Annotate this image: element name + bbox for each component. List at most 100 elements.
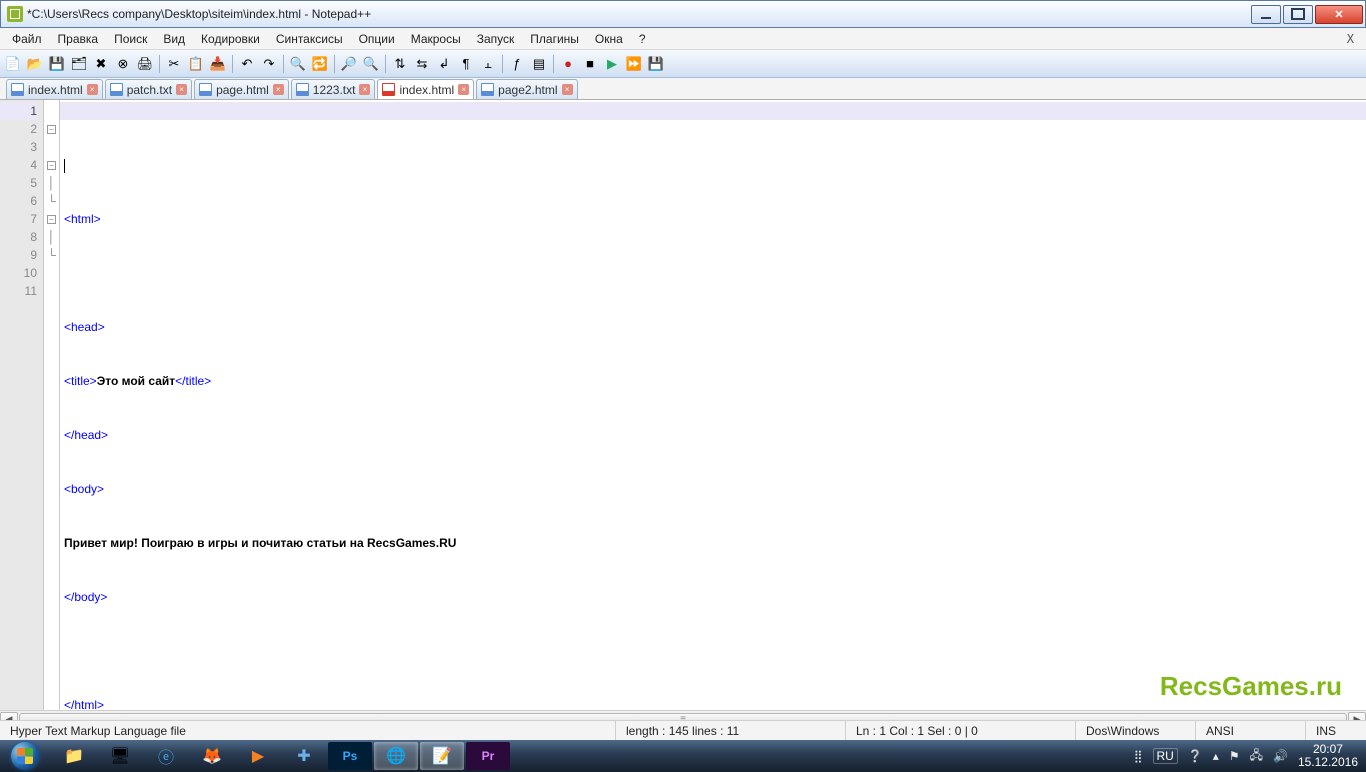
play-multi-icon[interactable]: ⏩ — [624, 54, 644, 74]
close-button[interactable] — [1315, 5, 1363, 24]
tab-close-icon[interactable]: × — [562, 84, 573, 95]
redo-icon[interactable]: ↷ — [259, 54, 279, 74]
zoom-out-icon[interactable]: 🔍 — [361, 54, 381, 74]
menu-edit[interactable]: Правка — [50, 29, 107, 49]
tray-volume-icon[interactable]: 🔊 — [1273, 749, 1288, 763]
record-icon[interactable]: ● — [558, 54, 578, 74]
tray-language[interactable]: RU — [1153, 748, 1178, 764]
copy-icon[interactable]: 📋 — [186, 54, 206, 74]
title-bar: *C:\Users\Recs company\Desktop\siteim\in… — [0, 0, 1366, 28]
new-file-icon[interactable]: 📄 — [3, 54, 23, 74]
taskbar-firefox-icon[interactable]: 🦊 — [190, 742, 234, 770]
menu-file[interactable]: Файл — [4, 29, 50, 49]
taskbar-chrome-icon[interactable]: 🌐 — [374, 742, 418, 770]
fold-toggle-icon[interactable]: − — [47, 125, 56, 134]
menu-view[interactable]: Вид — [155, 29, 193, 49]
system-tray: ⣿ RU ❔ ▴ ⚑ 🖧 🔊 20:0715.12.2016 — [1134, 743, 1366, 769]
file-icon — [382, 83, 395, 96]
menu-encoding[interactable]: Кодировки — [193, 29, 268, 49]
save-icon[interactable]: 💾 — [47, 54, 67, 74]
tray-grip-icon: ⣿ — [1134, 749, 1143, 763]
menu-search[interactable]: Поиск — [106, 29, 155, 49]
taskbar-app1-icon[interactable]: 🖥 — [98, 742, 142, 770]
start-button[interactable] — [2, 741, 48, 771]
fold-gutter[interactable]: − − │ └ − │ └ — [44, 100, 60, 710]
status-eol: Dos\Windows — [1076, 721, 1196, 740]
tab-close-icon[interactable]: × — [359, 84, 370, 95]
toolbar: 📄 📂 💾 🗂 ✖ ⊗ 🖨 ✂ 📋 📥 ↶ ↷ 🔍 🔁 🔎 🔍 ⇅ ⇆ ↲ ¶ … — [0, 50, 1366, 78]
tab-close-icon[interactable]: × — [176, 84, 187, 95]
menu-options[interactable]: Опции — [351, 29, 403, 49]
replace-icon[interactable]: 🔁 — [310, 54, 330, 74]
sync-h-icon[interactable]: ⇆ — [412, 54, 432, 74]
tab-close-icon[interactable]: × — [273, 84, 284, 95]
maximize-button[interactable] — [1283, 5, 1313, 24]
taskbar-ie-icon[interactable]: ⓔ — [144, 742, 188, 770]
paste-icon[interactable]: 📥 — [208, 54, 228, 74]
tab-page2[interactable]: page2.html× — [476, 79, 577, 99]
play-icon[interactable]: ▶ — [602, 54, 622, 74]
tab-close-icon[interactable]: × — [458, 84, 469, 95]
tab-close-icon[interactable]: × — [87, 84, 98, 95]
tab-1223[interactable]: 1223.txt× — [291, 79, 376, 99]
zoom-in-icon[interactable]: 🔎 — [339, 54, 359, 74]
tray-clock[interactable]: 20:0715.12.2016 — [1298, 743, 1358, 769]
tab-index2[interactable]: index.html× — [377, 79, 474, 99]
close-all-icon[interactable]: ⊗ — [113, 54, 133, 74]
menu-syntax[interactable]: Синтаксисы — [268, 29, 351, 49]
document-tabs: index.html× patch.txt× page.html× 1223.t… — [0, 78, 1366, 100]
taskbar-mediaplayer-icon[interactable]: ▶ — [236, 742, 280, 770]
file-icon — [481, 83, 494, 96]
menu-plugins[interactable]: Плагины — [522, 29, 587, 49]
menu-windows[interactable]: Окна — [587, 29, 631, 49]
taskbar-notepadpp-icon[interactable]: 📝 — [420, 742, 464, 770]
stop-icon[interactable]: ■ — [580, 54, 600, 74]
tray-help-icon[interactable]: ❔ — [1188, 749, 1203, 763]
window-title: *C:\Users\Recs company\Desktop\siteim\in… — [27, 7, 1251, 21]
file-icon — [110, 83, 123, 96]
fold-toggle-icon[interactable]: − — [47, 215, 56, 224]
app-icon — [7, 6, 23, 22]
tray-chevron-up-icon[interactable]: ▴ — [1213, 749, 1219, 763]
tray-flag-icon[interactable]: ⚑ — [1229, 749, 1240, 763]
menu-help[interactable]: ? — [631, 29, 654, 49]
undo-icon[interactable]: ↶ — [237, 54, 257, 74]
tab-patch[interactable]: patch.txt× — [105, 79, 192, 99]
editor-area[interactable]: 1 234 567 8910 11 − − │ └ − │ └ <html> <… — [0, 100, 1366, 710]
print-icon[interactable]: 🖨 — [135, 54, 155, 74]
open-file-icon[interactable]: 📂 — [25, 54, 45, 74]
show-chars-icon[interactable]: ¶ — [456, 54, 476, 74]
tab-index1[interactable]: index.html× — [6, 79, 103, 99]
file-icon — [199, 83, 212, 96]
minimize-button[interactable] — [1251, 5, 1281, 24]
doc-map-icon[interactable]: ▤ — [529, 54, 549, 74]
status-encoding: ANSI — [1196, 721, 1306, 740]
find-icon[interactable]: 🔍 — [288, 54, 308, 74]
sync-v-icon[interactable]: ⇅ — [390, 54, 410, 74]
save-macro-icon[interactable]: 💾 — [646, 54, 666, 74]
tray-network-icon[interactable]: 🖧 — [1250, 746, 1263, 767]
save-all-icon[interactable]: 🗂 — [69, 54, 89, 74]
tab-page[interactable]: page.html× — [194, 79, 289, 99]
taskbar-photoshop-icon[interactable]: Ps — [328, 742, 372, 770]
menu-close-x[interactable]: X — [1339, 29, 1362, 49]
wrap-icon[interactable]: ↲ — [434, 54, 454, 74]
status-filetype: Hyper Text Markup Language file — [0, 721, 616, 740]
file-icon — [296, 83, 309, 96]
menu-run[interactable]: Запуск — [469, 29, 523, 49]
close-file-icon[interactable]: ✖ — [91, 54, 111, 74]
menu-bar: Файл Правка Поиск Вид Кодировки Синтакси… — [0, 28, 1366, 50]
indent-guide-icon[interactable]: ⫠ — [478, 54, 498, 74]
status-position: Ln : 1 Col : 1 Sel : 0 | 0 — [846, 721, 1076, 740]
code-content[interactable]: <html> <head> <title>Это мой сайт</title… — [60, 100, 1366, 710]
taskbar-premiere-icon[interactable]: Pr — [466, 742, 510, 770]
taskbar-app2-icon[interactable]: ✚ — [282, 742, 326, 770]
cut-icon[interactable]: ✂ — [164, 54, 184, 74]
taskbar-explorer-icon[interactable]: 📁 — [52, 742, 96, 770]
status-bar: Hyper Text Markup Language file length :… — [0, 720, 1366, 740]
status-length: length : 145 lines : 11 — [616, 721, 846, 740]
file-icon — [11, 83, 24, 96]
fold-toggle-icon[interactable]: − — [47, 161, 56, 170]
menu-macros[interactable]: Макросы — [403, 29, 469, 49]
func-list-icon[interactable]: ƒ — [507, 54, 527, 74]
